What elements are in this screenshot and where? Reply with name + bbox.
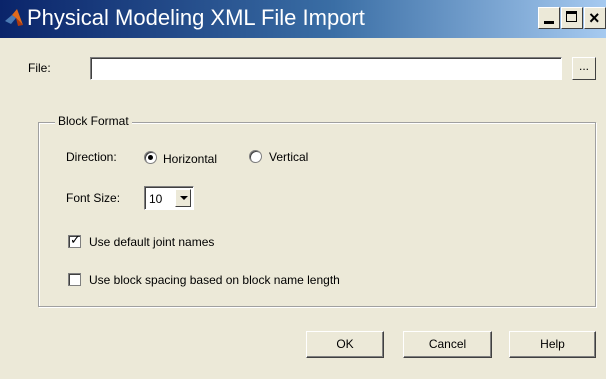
browse-button[interactable]: ... (572, 57, 596, 80)
checkbox-default-joint-names[interactable]: ✓ (68, 232, 81, 248)
close-button[interactable]: × (584, 7, 606, 29)
radio-horizontal-label[interactable]: Horizontal (163, 152, 217, 166)
maximize-icon (566, 11, 577, 22)
font-size-value: 10 (149, 192, 163, 206)
direction-label: Direction: (66, 150, 117, 164)
block-format-legend: Block Format (55, 114, 132, 128)
file-label: File: (28, 61, 51, 75)
minimize-icon (544, 21, 554, 24)
radio-vertical-label[interactable]: Vertical (269, 150, 308, 164)
help-button[interactable]: Help (509, 331, 596, 358)
dropdown-arrow-button[interactable] (175, 189, 191, 207)
checkbox-block-spacing[interactable] (68, 273, 81, 286)
checkmark-icon: ✓ (70, 232, 81, 247)
matlab-icon (5, 9, 23, 26)
font-size-label: Font Size: (66, 191, 121, 205)
cancel-button[interactable]: Cancel (403, 331, 492, 358)
font-size-select[interactable]: 10 (144, 186, 194, 210)
close-icon: × (589, 8, 600, 28)
chevron-down-icon (180, 196, 188, 200)
radio-horizontal[interactable] (144, 151, 157, 164)
ok-button[interactable]: OK (306, 331, 384, 358)
checkbox-default-joint-names-label[interactable]: Use default joint names (89, 235, 214, 249)
maximize-button[interactable] (561, 7, 583, 29)
file-path-input[interactable] (90, 57, 562, 80)
radio-vertical[interactable] (249, 150, 262, 163)
minimize-button[interactable] (538, 7, 560, 29)
title-bar[interactable]: Physical Modeling XML File Import × (0, 0, 606, 38)
window-title: Physical Modeling XML File Import (27, 5, 365, 30)
radio-selected-dot (148, 155, 153, 160)
checkbox-block-spacing-label[interactable]: Use block spacing based on block name le… (89, 273, 340, 287)
